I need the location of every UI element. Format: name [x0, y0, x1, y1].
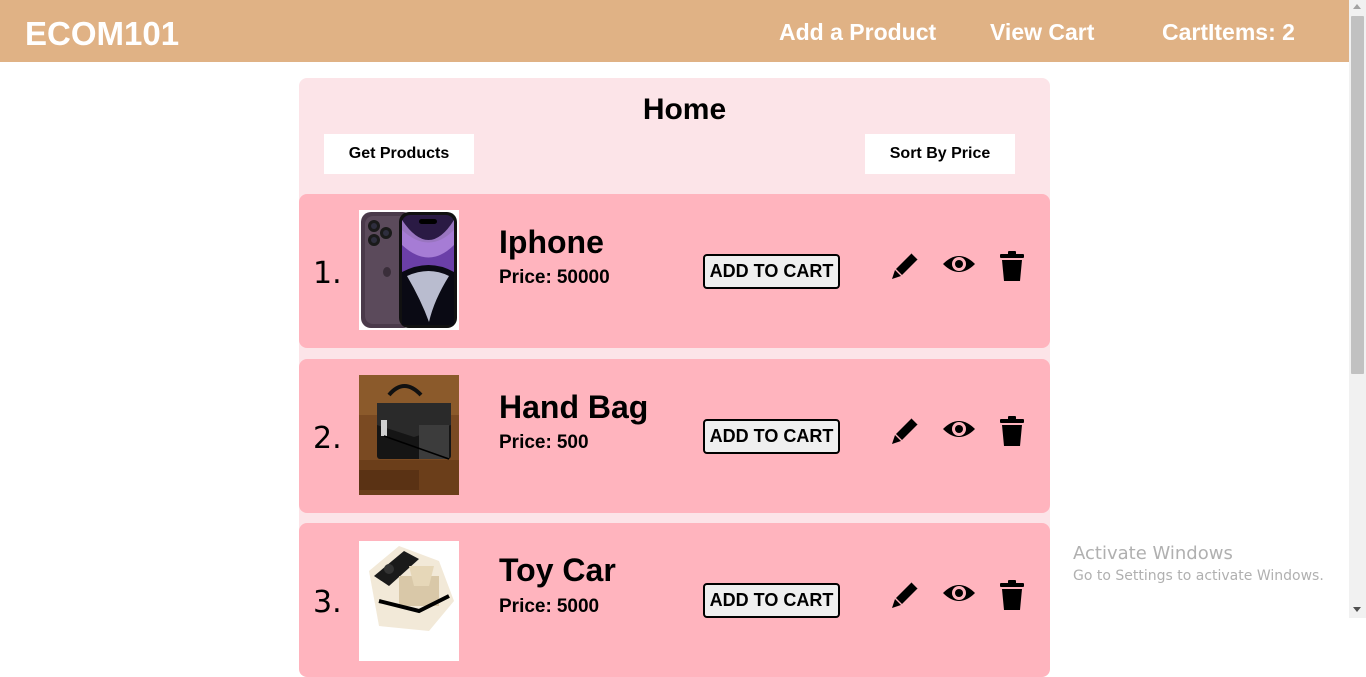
add-to-cart-button[interactable]: ADD TO CART [703, 583, 840, 618]
product-image [359, 210, 459, 330]
pencil-icon[interactable] [889, 415, 921, 447]
product-card: 1. Iphone Price: 50000 ADD TO CART [299, 194, 1050, 348]
eye-icon[interactable] [941, 250, 975, 282]
product-name: Hand Bag [499, 389, 649, 425]
product-name: Iphone [499, 224, 604, 260]
activate-windows-subtitle: Go to Settings to activate Windows. [1073, 568, 1324, 584]
page-title: Home [642, 93, 727, 126]
price-label: Price: [499, 596, 552, 617]
price-label: Price: [499, 267, 552, 288]
product-card: 2. Hand Bag Price: 500 ADD TO CART [299, 359, 1050, 513]
product-image [359, 541, 459, 661]
product-name: Toy Car [499, 552, 616, 588]
product-image [359, 375, 459, 495]
trash-icon[interactable] [997, 415, 1029, 447]
product-index: 3. [313, 585, 342, 620]
product-price: Price: 500 [499, 432, 589, 454]
view-cart-link[interactable]: View Cart [990, 18, 1094, 46]
cart-items-count[interactable]: CartItems: 2 [1162, 18, 1295, 46]
eye-icon[interactable] [941, 415, 975, 447]
scroll-down-arrow-icon[interactable] [1353, 607, 1361, 612]
add-to-cart-button[interactable]: ADD TO CART [703, 254, 840, 289]
price-value: 500 [556, 432, 589, 453]
scroll-thumb[interactable] [1351, 16, 1364, 374]
product-card: 3. Toy Car Price: 5000 ADD TO CART [299, 523, 1050, 677]
product-index: 1. [313, 256, 342, 291]
pencil-icon[interactable] [889, 250, 921, 282]
sort-by-price-button[interactable]: Sort By Price [865, 134, 1015, 174]
get-products-button[interactable]: Get Products [324, 134, 474, 174]
product-index: 2. [313, 421, 342, 456]
page-scrollbar[interactable] [1349, 0, 1366, 618]
pencil-icon[interactable] [889, 579, 921, 611]
trash-icon[interactable] [997, 250, 1029, 282]
add-to-cart-button[interactable]: ADD TO CART [703, 419, 840, 454]
activate-windows-title: Activate Windows [1073, 543, 1233, 564]
trash-icon[interactable] [997, 579, 1029, 611]
product-price: Price: 5000 [499, 596, 599, 618]
price-label: Price: [499, 432, 552, 453]
product-price: Price: 50000 [499, 267, 610, 289]
scroll-up-arrow-icon[interactable] [1353, 4, 1361, 9]
price-value: 50000 [556, 267, 610, 288]
brand-logo[interactable]: ECOM101 [25, 16, 179, 52]
price-value: 5000 [556, 596, 600, 617]
eye-icon[interactable] [941, 579, 975, 611]
top-navbar: ECOM101 Add a Product View Cart CartItem… [0, 0, 1349, 62]
add-product-link[interactable]: Add a Product [779, 18, 936, 46]
